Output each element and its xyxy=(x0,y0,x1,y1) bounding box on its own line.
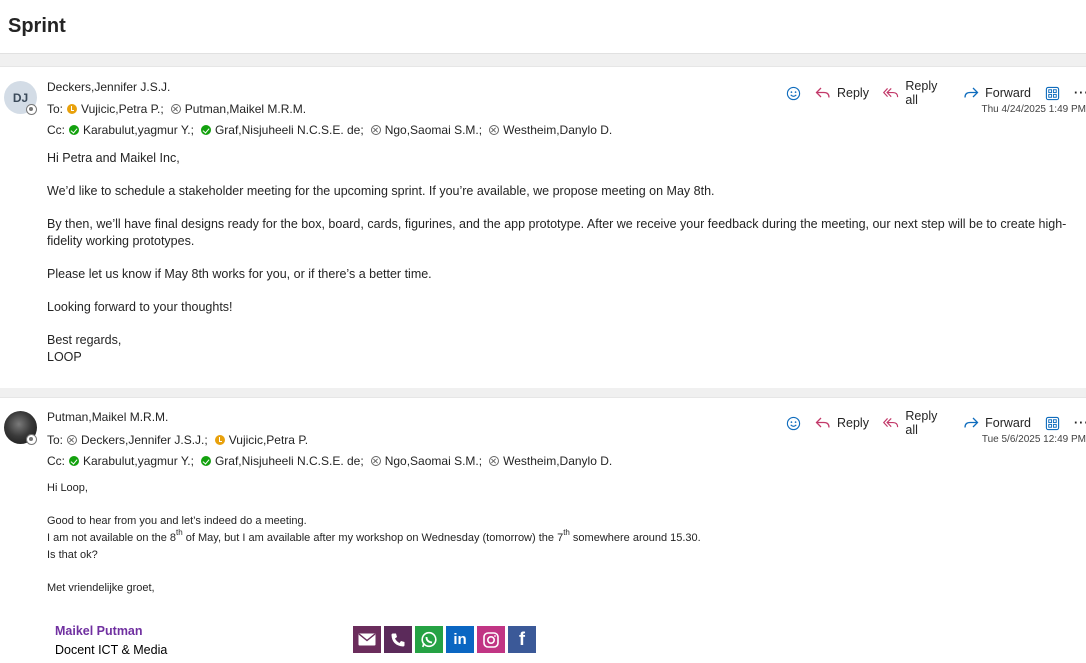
recipient[interactable]: Westheim,Danylo D. xyxy=(489,454,612,468)
react-button[interactable] xyxy=(786,416,801,431)
cc-label: Cc: xyxy=(47,123,65,137)
apps-grid-icon xyxy=(1045,416,1060,430)
cc-line: Cc: Karabulut,yagmur Y.; Graf,Nisjuheeli… xyxy=(47,123,619,137)
reply-all-label: Reply all xyxy=(905,409,938,437)
avatar-initials: DJ xyxy=(12,90,29,105)
body-paragraph: Please let us know if May 8th works for … xyxy=(47,267,432,281)
presence-offline-icon xyxy=(489,125,500,135)
react-button[interactable] xyxy=(786,86,801,101)
message-body: Hi Petra and Maikel Inc, We’d like to sc… xyxy=(47,150,1077,366)
sender-name[interactable]: Deckers,Jennifer J.S.J. xyxy=(47,80,170,94)
presence-available-icon xyxy=(69,456,79,466)
recipient[interactable]: Ngo,Saomai S.M.; xyxy=(370,454,482,468)
presence-offline-icon xyxy=(26,434,37,445)
smiley-icon xyxy=(786,86,801,100)
reply-icon xyxy=(815,87,830,98)
presence-offline-icon xyxy=(170,104,181,114)
whatsapp-icon[interactable] xyxy=(415,626,443,653)
recipient[interactable]: Karabulut,yagmur Y.; xyxy=(69,454,194,468)
presence-offline-icon xyxy=(370,125,381,135)
sender-name[interactable]: Putman,Maikel M.R.M. xyxy=(47,410,168,424)
reply-button[interactable]: Reply xyxy=(815,416,869,430)
message-card[interactable]: DJ Deckers,Jennifer J.S.J. To: Vujicic,P… xyxy=(0,66,1086,388)
more-options-button[interactable]: ··· xyxy=(1074,86,1086,100)
recipient[interactable]: Graf,Nisjuheeli N.C.S.E. de; xyxy=(200,454,364,468)
signature-name: Maikel Putman xyxy=(55,624,143,638)
forward-icon xyxy=(964,87,979,98)
reply-all-button[interactable]: Reply all xyxy=(882,79,949,107)
body-line: Is that ok? xyxy=(47,549,98,561)
body-line: Hi Loop, xyxy=(47,482,88,494)
signature-role: Docent ICT & Media xyxy=(55,643,168,657)
recipient[interactable]: Deckers,Jennifer J.S.J.; xyxy=(67,433,208,447)
body-paragraph: Looking forward to your thoughts! xyxy=(47,300,233,314)
reply-label: Reply xyxy=(837,416,869,430)
phone-icon[interactable] xyxy=(384,626,412,653)
instagram-icon[interactable] xyxy=(477,626,505,653)
timestamp: Tue 5/6/2025 12:49 PM xyxy=(981,434,1086,445)
presence-offline-icon xyxy=(67,435,78,445)
recipient[interactable]: Vujicic,Petra P. xyxy=(214,433,308,447)
forward-button[interactable]: Forward xyxy=(963,416,1031,430)
facebook-icon[interactable]: f xyxy=(508,626,536,653)
apps-button[interactable] xyxy=(1045,86,1060,101)
body-paragraph: By then, we’ll have final designs ready … xyxy=(47,217,1067,248)
to-line: To: Vujicic,Petra P.; Putman,Maikel M.R.… xyxy=(47,102,313,116)
body-line: Best regards, xyxy=(47,333,122,347)
to-label: To: xyxy=(47,433,64,447)
social-links: in f xyxy=(353,626,539,653)
apps-grid-icon xyxy=(1045,86,1060,100)
reply-all-icon xyxy=(882,418,899,428)
cc-line: Cc: Karabulut,yagmur Y.; Graf,Nisjuheeli… xyxy=(47,454,619,468)
apps-button[interactable] xyxy=(1045,416,1060,431)
forward-icon xyxy=(964,417,979,428)
body-line: Met vriendelijke groet, xyxy=(47,582,155,594)
reply-all-label: Reply all xyxy=(905,79,938,107)
reply-all-icon xyxy=(882,88,899,98)
forward-button[interactable]: Forward xyxy=(963,86,1031,100)
message-card[interactable]: Putman,Maikel M.R.M. To: Deckers,Jennife… xyxy=(0,397,1086,663)
recipient[interactable]: Vujicic,Petra P.; xyxy=(67,102,164,116)
reply-icon xyxy=(815,417,830,428)
reply-label: Reply xyxy=(837,86,869,100)
presence-offline-icon xyxy=(370,456,381,466)
reply-all-button[interactable]: Reply all xyxy=(882,409,949,437)
presence-away-icon xyxy=(214,435,225,445)
message-actions: Reply Reply all Forward ··· xyxy=(786,409,1086,437)
to-line: To: Deckers,Jennifer J.S.J.; Vujicic,Pet… xyxy=(47,433,315,447)
presence-offline-icon xyxy=(26,104,37,115)
message-body: Hi Loop, Good to hear from you and let’s… xyxy=(47,480,1077,597)
body-paragraph: We’d like to schedule a stakeholder meet… xyxy=(47,184,715,198)
body-line: Good to hear from you and let’s indeed d… xyxy=(47,515,307,527)
recipient[interactable]: Karabulut,yagmur Y.; xyxy=(69,123,194,137)
presence-away-icon xyxy=(67,104,78,114)
reply-button[interactable]: Reply xyxy=(815,86,869,100)
presence-available-icon xyxy=(200,456,211,466)
thread-title: Sprint xyxy=(8,15,66,37)
more-options-button[interactable]: ··· xyxy=(1074,416,1086,430)
recipient[interactable]: Ngo,Saomai S.M.; xyxy=(370,123,482,137)
body-paragraph: Hi Petra and Maikel Inc, xyxy=(47,151,180,165)
presence-offline-icon xyxy=(489,456,500,466)
cc-label: Cc: xyxy=(47,454,65,468)
to-label: To: xyxy=(47,102,64,116)
recipient[interactable]: Putman,Maikel M.R.M. xyxy=(170,102,306,116)
body-line: I am not available on the 8th of May, bu… xyxy=(47,528,701,544)
recipient[interactable]: Graf,Nisjuheeli N.C.S.E. de; xyxy=(200,123,364,137)
email-icon[interactable] xyxy=(353,626,381,653)
forward-label: Forward xyxy=(985,416,1031,430)
message-actions: Reply Reply all Forward ··· xyxy=(786,79,1086,107)
smiley-icon xyxy=(786,416,801,430)
presence-available-icon xyxy=(200,125,211,135)
timestamp: Thu 4/24/2025 1:49 PM xyxy=(981,104,1086,115)
forward-label: Forward xyxy=(985,86,1031,100)
presence-available-icon xyxy=(69,125,79,135)
linkedin-icon[interactable]: in xyxy=(446,626,474,653)
thread-header: Sprint xyxy=(0,0,1086,54)
recipient[interactable]: Westheim,Danylo D. xyxy=(489,123,612,137)
body-line: LOOP xyxy=(47,350,82,364)
